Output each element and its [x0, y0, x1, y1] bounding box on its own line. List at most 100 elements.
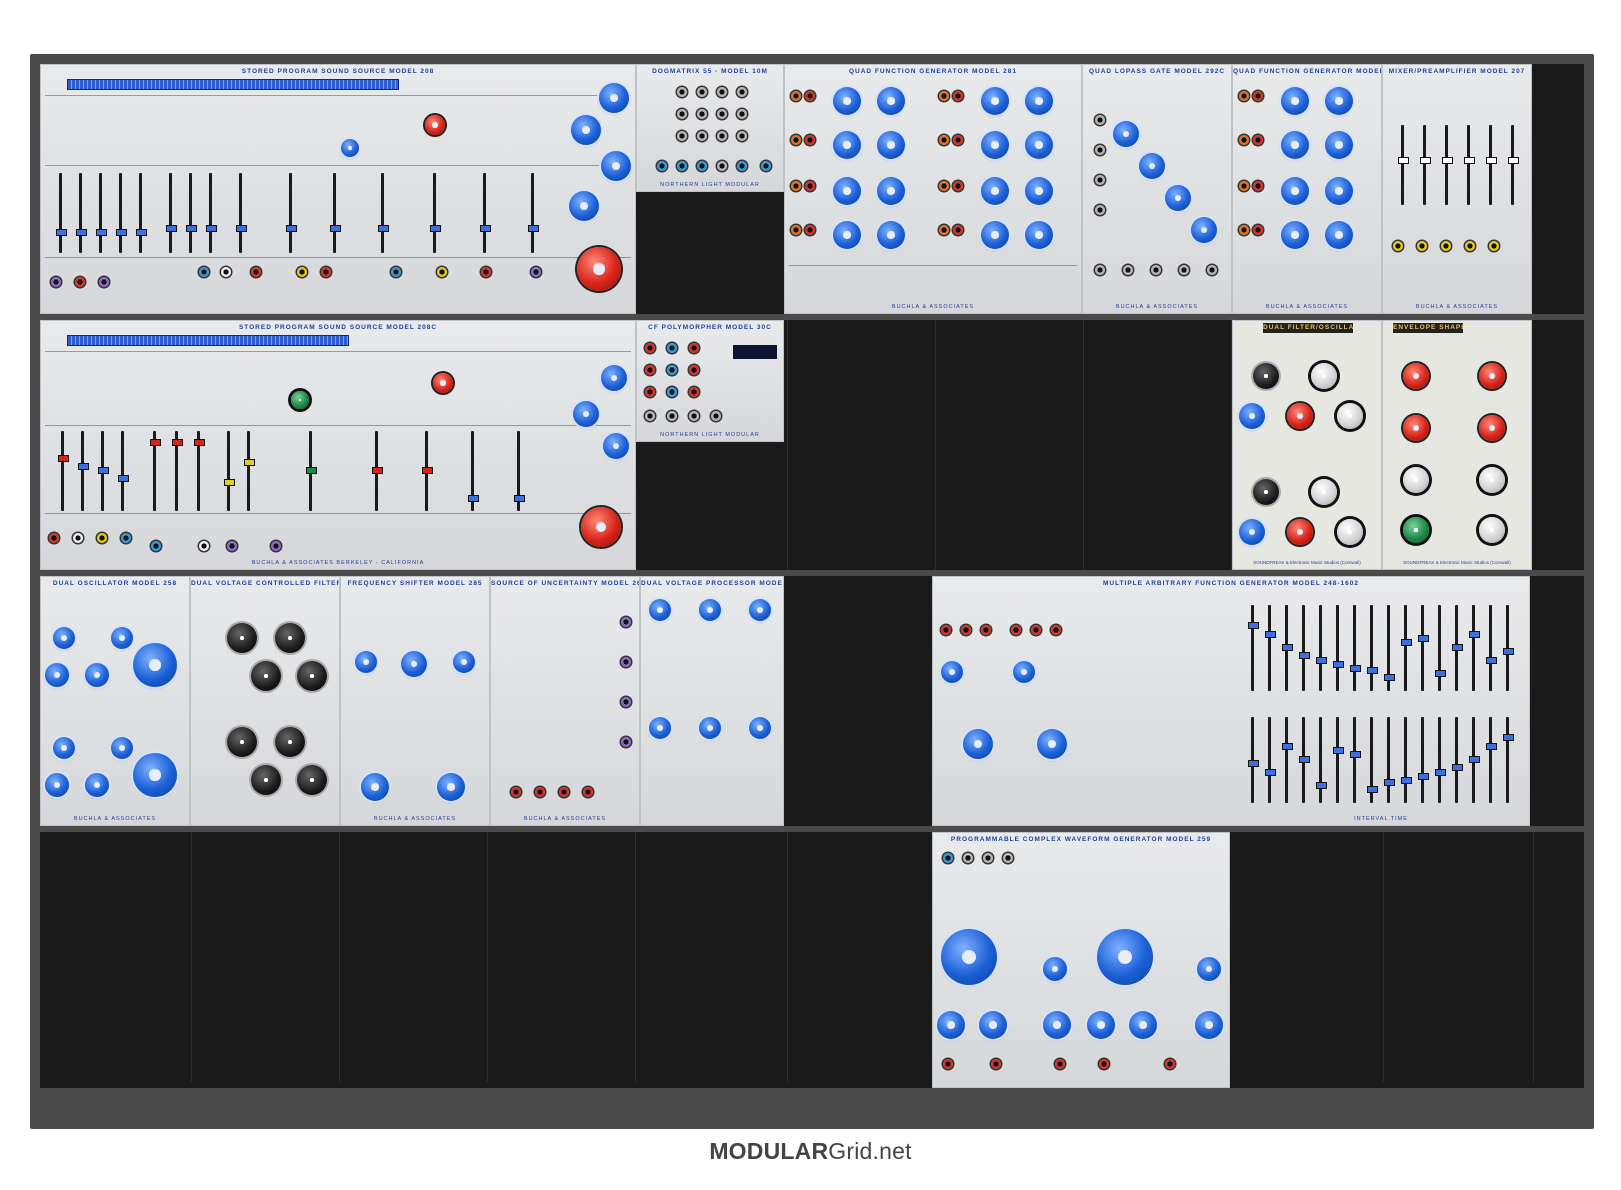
interval-time-slider[interactable]: [1333, 717, 1344, 803]
tuning-knob[interactable]: [425, 115, 445, 135]
module-title: QUAD FUNCTION GENERATOR MODEL 281: [848, 68, 1018, 75]
pulse-jack[interactable]: [51, 277, 61, 287]
patch-jack[interactable]: [391, 267, 401, 277]
module-257-dual-voltage-processor[interactable]: DUAL VOLTAGE PROCESSOR MODEL 257: [640, 576, 784, 826]
module-281-quad-function[interactable]: QUAD FUNCTION GENERATOR MODEL 281 BUCHLA…: [1232, 64, 1382, 314]
output-voltage-slider[interactable]: [1248, 605, 1259, 691]
module-266-source-of-uncertainty[interactable]: SOURCE OF UNCERTAINTY MODEL 266 BUCHLA &…: [490, 576, 640, 826]
module-footer: SOUNDFREAK & Electronic Music Studios (C…: [1403, 560, 1511, 565]
patch-jack[interactable]: [297, 267, 307, 277]
voltage-slider[interactable]: [56, 173, 67, 253]
module-footer: SOUNDFREAK & Electronic Music Studios (C…: [1253, 560, 1361, 565]
interval-time-slider[interactable]: [1265, 717, 1276, 803]
patch-jack[interactable]: [531, 267, 541, 277]
interval-time-slider[interactable]: [1299, 717, 1310, 803]
output-voltage-slider[interactable]: [1299, 605, 1310, 691]
program-keyboard[interactable]: [67, 335, 349, 346]
module-title: PROGRAMMABLE COMPLEX WAVEFORM GENERATOR …: [950, 836, 1212, 843]
interval-time-slider[interactable]: [1350, 717, 1361, 803]
timbre-slider[interactable]: [430, 173, 441, 253]
interval-time-slider[interactable]: [1401, 717, 1412, 803]
interval-time-slider[interactable]: [1316, 717, 1327, 803]
period-slider[interactable]: [236, 173, 247, 253]
output-voltage-slider[interactable]: [1350, 605, 1361, 691]
level-slider[interactable]: [528, 173, 539, 253]
output-voltage-slider[interactable]: [1384, 605, 1395, 691]
index-slider[interactable]: [286, 173, 297, 253]
channel-b-knob[interactable]: [601, 151, 631, 181]
module-292-quad-lopass-gate[interactable]: QUAD LOPASS GATE MODEL 292C BUCHLA & ASS…: [1082, 64, 1232, 314]
patch-jack[interactable]: [199, 267, 209, 277]
rack-row-1: STORED PROGRAM SOUND SOURCE MODEL 208 DO…: [40, 64, 1584, 314]
module-291-dual-vcf[interactable]: DUAL VOLTAGE CONTROLLED FILTER MODEL 291: [190, 576, 340, 826]
voltage-slider[interactable]: [116, 173, 127, 253]
fine-tuning-knob[interactable]: [341, 139, 359, 157]
patch-jack[interactable]: [251, 267, 261, 277]
module-285-frequency-shifter[interactable]: FREQUENCY SHIFTER MODEL 285 BUCHLA & ASS…: [340, 576, 490, 826]
monitor-level-knob[interactable]: [569, 191, 599, 221]
output-voltage-slider[interactable]: [1486, 605, 1497, 691]
pressure-jack[interactable]: [75, 277, 85, 287]
output-voltage-slider[interactable]: [1265, 605, 1276, 691]
modulargrid-logo[interactable]: MODULARGrid.net: [0, 1138, 1621, 1165]
patch-jack[interactable]: [221, 267, 231, 277]
output-voltage-slider[interactable]: [1452, 605, 1463, 691]
pitch-slider[interactable]: [378, 173, 389, 253]
interval-time-slider[interactable]: [1469, 717, 1480, 803]
attack-slider[interactable]: [166, 173, 177, 253]
module-208-sound-source[interactable]: STORED PROGRAM SOUND SOURCE MODEL 208: [40, 64, 636, 314]
interval-time-slider[interactable]: [1367, 717, 1378, 803]
module-258-dual-oscillator[interactable]: DUAL OSCILLATOR MODEL 258 BUCHLA & ASSOC…: [40, 576, 190, 826]
output-voltage-slider[interactable]: [1469, 605, 1480, 691]
interval-time-slider[interactable]: [1282, 717, 1293, 803]
program-keyboard[interactable]: [67, 79, 399, 90]
duration-slider[interactable]: [186, 173, 197, 253]
output-level-knob[interactable]: [577, 247, 621, 291]
reverb-knob[interactable]: [599, 83, 629, 113]
module-281-quad-function[interactable]: QUAD FUNCTION GENERATOR MODEL 281 BUCHLA…: [784, 64, 1082, 314]
module-footer: INTERVAL TIME: [1354, 816, 1408, 822]
module-title: SOURCE OF UNCERTAINTY MODEL 266: [491, 580, 639, 587]
interval-time-slider[interactable]: [1435, 717, 1446, 803]
module-248-arbitrary-function-generator[interactable]: MULTIPLE ARBITRARY FUNCTION GENERATOR MO…: [932, 576, 1530, 826]
module-10m-dogmatrix[interactable]: DOGMATRIX 55 - MODEL 10M NORTHERN LIGHT …: [636, 64, 784, 192]
module-footer: NORTHERN LIGHT MODULAR: [660, 432, 760, 438]
output-voltage-slider[interactable]: [1401, 605, 1412, 691]
rack-row-3: DUAL OSCILLATOR MODEL 258 BUCHLA & ASSOC…: [40, 576, 1584, 826]
interval-time-slider[interactable]: [1418, 717, 1429, 803]
output-voltage-slider[interactable]: [1435, 605, 1446, 691]
decay-slider[interactable]: [206, 173, 217, 253]
output-voltage-slider[interactable]: [1418, 605, 1429, 691]
modular-rack: STORED PROGRAM SOUND SOURCE MODEL 208 DO…: [30, 54, 1594, 1129]
module-envelope-shaper[interactable]: ENVELOPE SHAPER SOUNDFREAK & Electronic …: [1382, 320, 1532, 570]
output-voltage-slider[interactable]: [1503, 605, 1514, 691]
patch-jack[interactable]: [321, 267, 331, 277]
output-voltage-slider[interactable]: [1282, 605, 1293, 691]
module-208c-sound-source[interactable]: STORED PROGRAM SOUND SOURCE MODEL 208C B…: [40, 320, 636, 570]
module-207-mixer-preamplifier[interactable]: MIXER/PREAMPLIFIER MODEL 207 BUCHLA & AS…: [1382, 64, 1532, 314]
patch-jack[interactable]: [481, 267, 491, 277]
output-voltage-slider[interactable]: [1333, 605, 1344, 691]
module-259-complex-waveform-generator[interactable]: PROGRAMMABLE COMPLEX WAVEFORM GENERATOR …: [932, 832, 1230, 1088]
output-voltage-slider[interactable]: [1367, 605, 1378, 691]
voltage-slider[interactable]: [96, 173, 107, 253]
interval-time-slider[interactable]: [1384, 717, 1395, 803]
module-footer: BUCHLA & ASSOCIATES: [73, 816, 157, 822]
interval-time-slider[interactable]: [1486, 717, 1497, 803]
module-30c-cf-polymorpher[interactable]: CF POLYMORPHER MODEL 30C NORTHERN LIGHT …: [636, 320, 784, 442]
interval-time-slider[interactable]: [1452, 717, 1463, 803]
voltage-slider[interactable]: [76, 173, 87, 253]
voltage-slider[interactable]: [136, 173, 147, 253]
module-dual-filter-oscillator[interactable]: DUAL FILTER/OSCILLATOR SOUNDFREAK & Elec…: [1232, 320, 1382, 570]
patch-jack[interactable]: [437, 267, 447, 277]
interval-time-slider[interactable]: [1503, 717, 1514, 803]
channel-a-knob[interactable]: [571, 115, 601, 145]
output-voltage-slider[interactable]: [1316, 605, 1327, 691]
level-slider[interactable]: [480, 173, 491, 253]
module-title: QUAD FUNCTION GENERATOR MODEL 281: [1233, 68, 1381, 75]
module-title: STORED PROGRAM SOUND SOURCE MODEL 208C: [238, 324, 438, 331]
interval-time-slider[interactable]: [1248, 717, 1259, 803]
voltage-jack[interactable]: [99, 277, 109, 287]
frequency-slider[interactable]: [330, 173, 341, 253]
module-title: FREQUENCY SHIFTER MODEL 285: [347, 580, 483, 587]
